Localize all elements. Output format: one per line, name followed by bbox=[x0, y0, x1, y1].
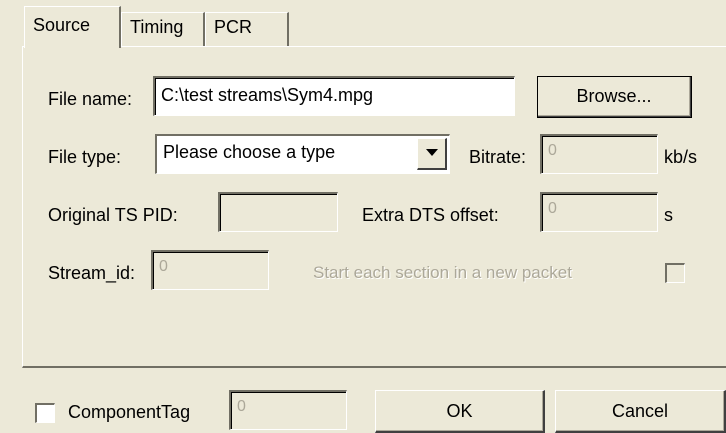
browse-button[interactable]: Browse... bbox=[537, 76, 692, 118]
bitrate-unit: kb/s bbox=[664, 147, 698, 167]
file-type-select[interactable]: Please choose a type bbox=[155, 134, 450, 174]
stream-id-label: Stream_id: bbox=[48, 263, 136, 283]
dialog: Source Timing PCR File name: C:\test str… bbox=[0, 0, 726, 433]
cancel-button[interactable]: Cancel bbox=[555, 390, 726, 433]
component-tag-label: ComponentTag bbox=[68, 402, 191, 422]
original-ts-pid-label: Original TS PID: bbox=[48, 205, 178, 225]
component-tag-field[interactable]: 0 bbox=[229, 390, 347, 430]
bitrate-label: Bitrate: bbox=[469, 147, 527, 167]
dropdown-arrow-button[interactable] bbox=[417, 138, 447, 170]
chevron-down-icon bbox=[426, 149, 438, 156]
extra-dts-offset-field[interactable]: 0 bbox=[540, 192, 658, 232]
extra-dts-offset-unit: s bbox=[664, 205, 673, 225]
new-packet-checkbox[interactable] bbox=[665, 263, 685, 283]
original-ts-pid-field[interactable] bbox=[218, 192, 338, 232]
extra-dts-offset-label: Extra DTS offset: bbox=[362, 205, 499, 225]
bitrate-field[interactable]: 0 bbox=[540, 134, 658, 174]
file-type-value: Please choose a type bbox=[163, 142, 336, 162]
tab-source-label: Source bbox=[33, 15, 91, 35]
file-name-field[interactable]: C:\test streams\Sym4.mpg bbox=[153, 76, 515, 116]
new-packet-label: Start each section in a new packet bbox=[313, 263, 572, 282]
tab-pcr[interactable]: PCR bbox=[205, 12, 289, 47]
tab-timing[interactable]: Timing bbox=[121, 12, 205, 47]
ok-button[interactable]: OK bbox=[375, 390, 545, 433]
tab-timing-label: Timing bbox=[130, 17, 184, 37]
component-tag-checkbox[interactable] bbox=[35, 403, 55, 423]
tab-pcr-label: PCR bbox=[214, 17, 253, 37]
file-type-label: File type: bbox=[48, 147, 122, 167]
stream-id-field[interactable]: 0 bbox=[151, 250, 269, 290]
file-name-label: File name: bbox=[48, 89, 133, 109]
tab-source[interactable]: Source bbox=[24, 6, 121, 48]
